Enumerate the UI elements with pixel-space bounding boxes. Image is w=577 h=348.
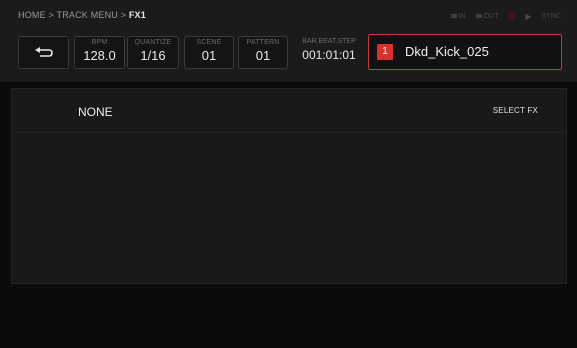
breadcrumb: HOME > TRACK MENU > FX1 [18,10,146,20]
pattern-display[interactable]: PATTERN 01 [238,36,288,69]
scene-label: SCENE [196,39,222,46]
track-selector[interactable]: 1 Dkd_Kick_025 [368,34,562,70]
scene-value: 01 [201,48,217,63]
select-fx-button[interactable]: SELECT FX [493,106,538,115]
quantize-label: QUANTIZE [134,39,172,46]
track-number-badge: 1 [377,44,393,60]
track-name: Dkd_Kick_025 [405,44,489,59]
bar-beat-step-label: BAR.BEAT.STEP [302,38,356,45]
pattern-label: PATTERN [246,39,280,46]
status-indicators: IN OUT ▶ SYNC [450,12,561,21]
out-indicator: OUT [475,13,498,20]
out-dot-icon [475,14,482,19]
fx-current-name: NONE [78,105,113,119]
pattern-value: 01 [255,48,271,63]
scene-display[interactable]: SCENE 01 [184,36,234,69]
bpm-label: BPM [91,39,108,46]
bpm-display[interactable]: BPM 128.0 [74,36,125,69]
bar-beat-step-display: BAR.BEAT.STEP 001:01:01 [294,36,364,69]
return-arrow-icon [34,46,53,57]
fx-panel: NONE SELECT FX [11,88,567,284]
fx-slot-row[interactable]: NONE SELECT FX [12,89,566,133]
play-icon: ▶ [525,12,532,21]
bar-beat-step-value: 001:01:01 [302,48,356,62]
in-indicator: IN [450,13,466,20]
back-button[interactable] [18,36,69,69]
bpm-value: 128.0 [83,48,116,63]
in-dot-icon [450,14,457,19]
header-bar: HOME > TRACK MENU > FX1 IN OUT ▶ SYNC BP… [0,0,577,82]
quantize-display[interactable]: QUANTIZE 1/16 [127,36,179,69]
breadcrumb-path: HOME > TRACK MENU > [18,10,129,20]
quantize-value: 1/16 [140,48,166,63]
sync-indicator: SYNC [541,13,561,20]
record-icon [508,13,516,20]
breadcrumb-current: FX1 [128,10,146,20]
